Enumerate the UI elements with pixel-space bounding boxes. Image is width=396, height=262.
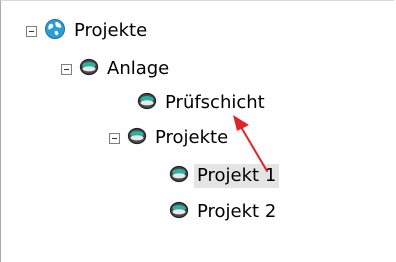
tree-panel: Projekte Anlage Prüfschicht Projekte Pro…: [0, 0, 394, 262]
pointer-arrow-icon: [233, 115, 268, 172]
tree-node-projekte[interactable]: Projekte: [109, 125, 231, 151]
collapse-toggle-icon[interactable]: [109, 132, 120, 144]
layer-disc-icon: [169, 200, 189, 224]
tree-node-label: Projekte: [155, 127, 229, 148]
tree-node-label: Projekt 2: [197, 201, 277, 222]
tree-node-label: Anlage: [107, 58, 170, 79]
tree-node-projekt-2[interactable]: Projekt 2: [169, 199, 279, 225]
globe-icon: [44, 18, 66, 44]
collapse-toggle-icon[interactable]: [26, 25, 37, 37]
layer-disc-icon: [137, 91, 157, 115]
tree-node-projekte-root[interactable]: Projekte: [26, 18, 150, 44]
tree-node-anlage[interactable]: Anlage: [61, 56, 172, 82]
layer-disc-icon: [127, 126, 147, 150]
layer-disc-icon: [169, 164, 189, 188]
tree-node-label: Projekte: [74, 20, 148, 41]
layer-disc-icon: [79, 57, 99, 81]
collapse-toggle-icon[interactable]: [61, 63, 72, 75]
